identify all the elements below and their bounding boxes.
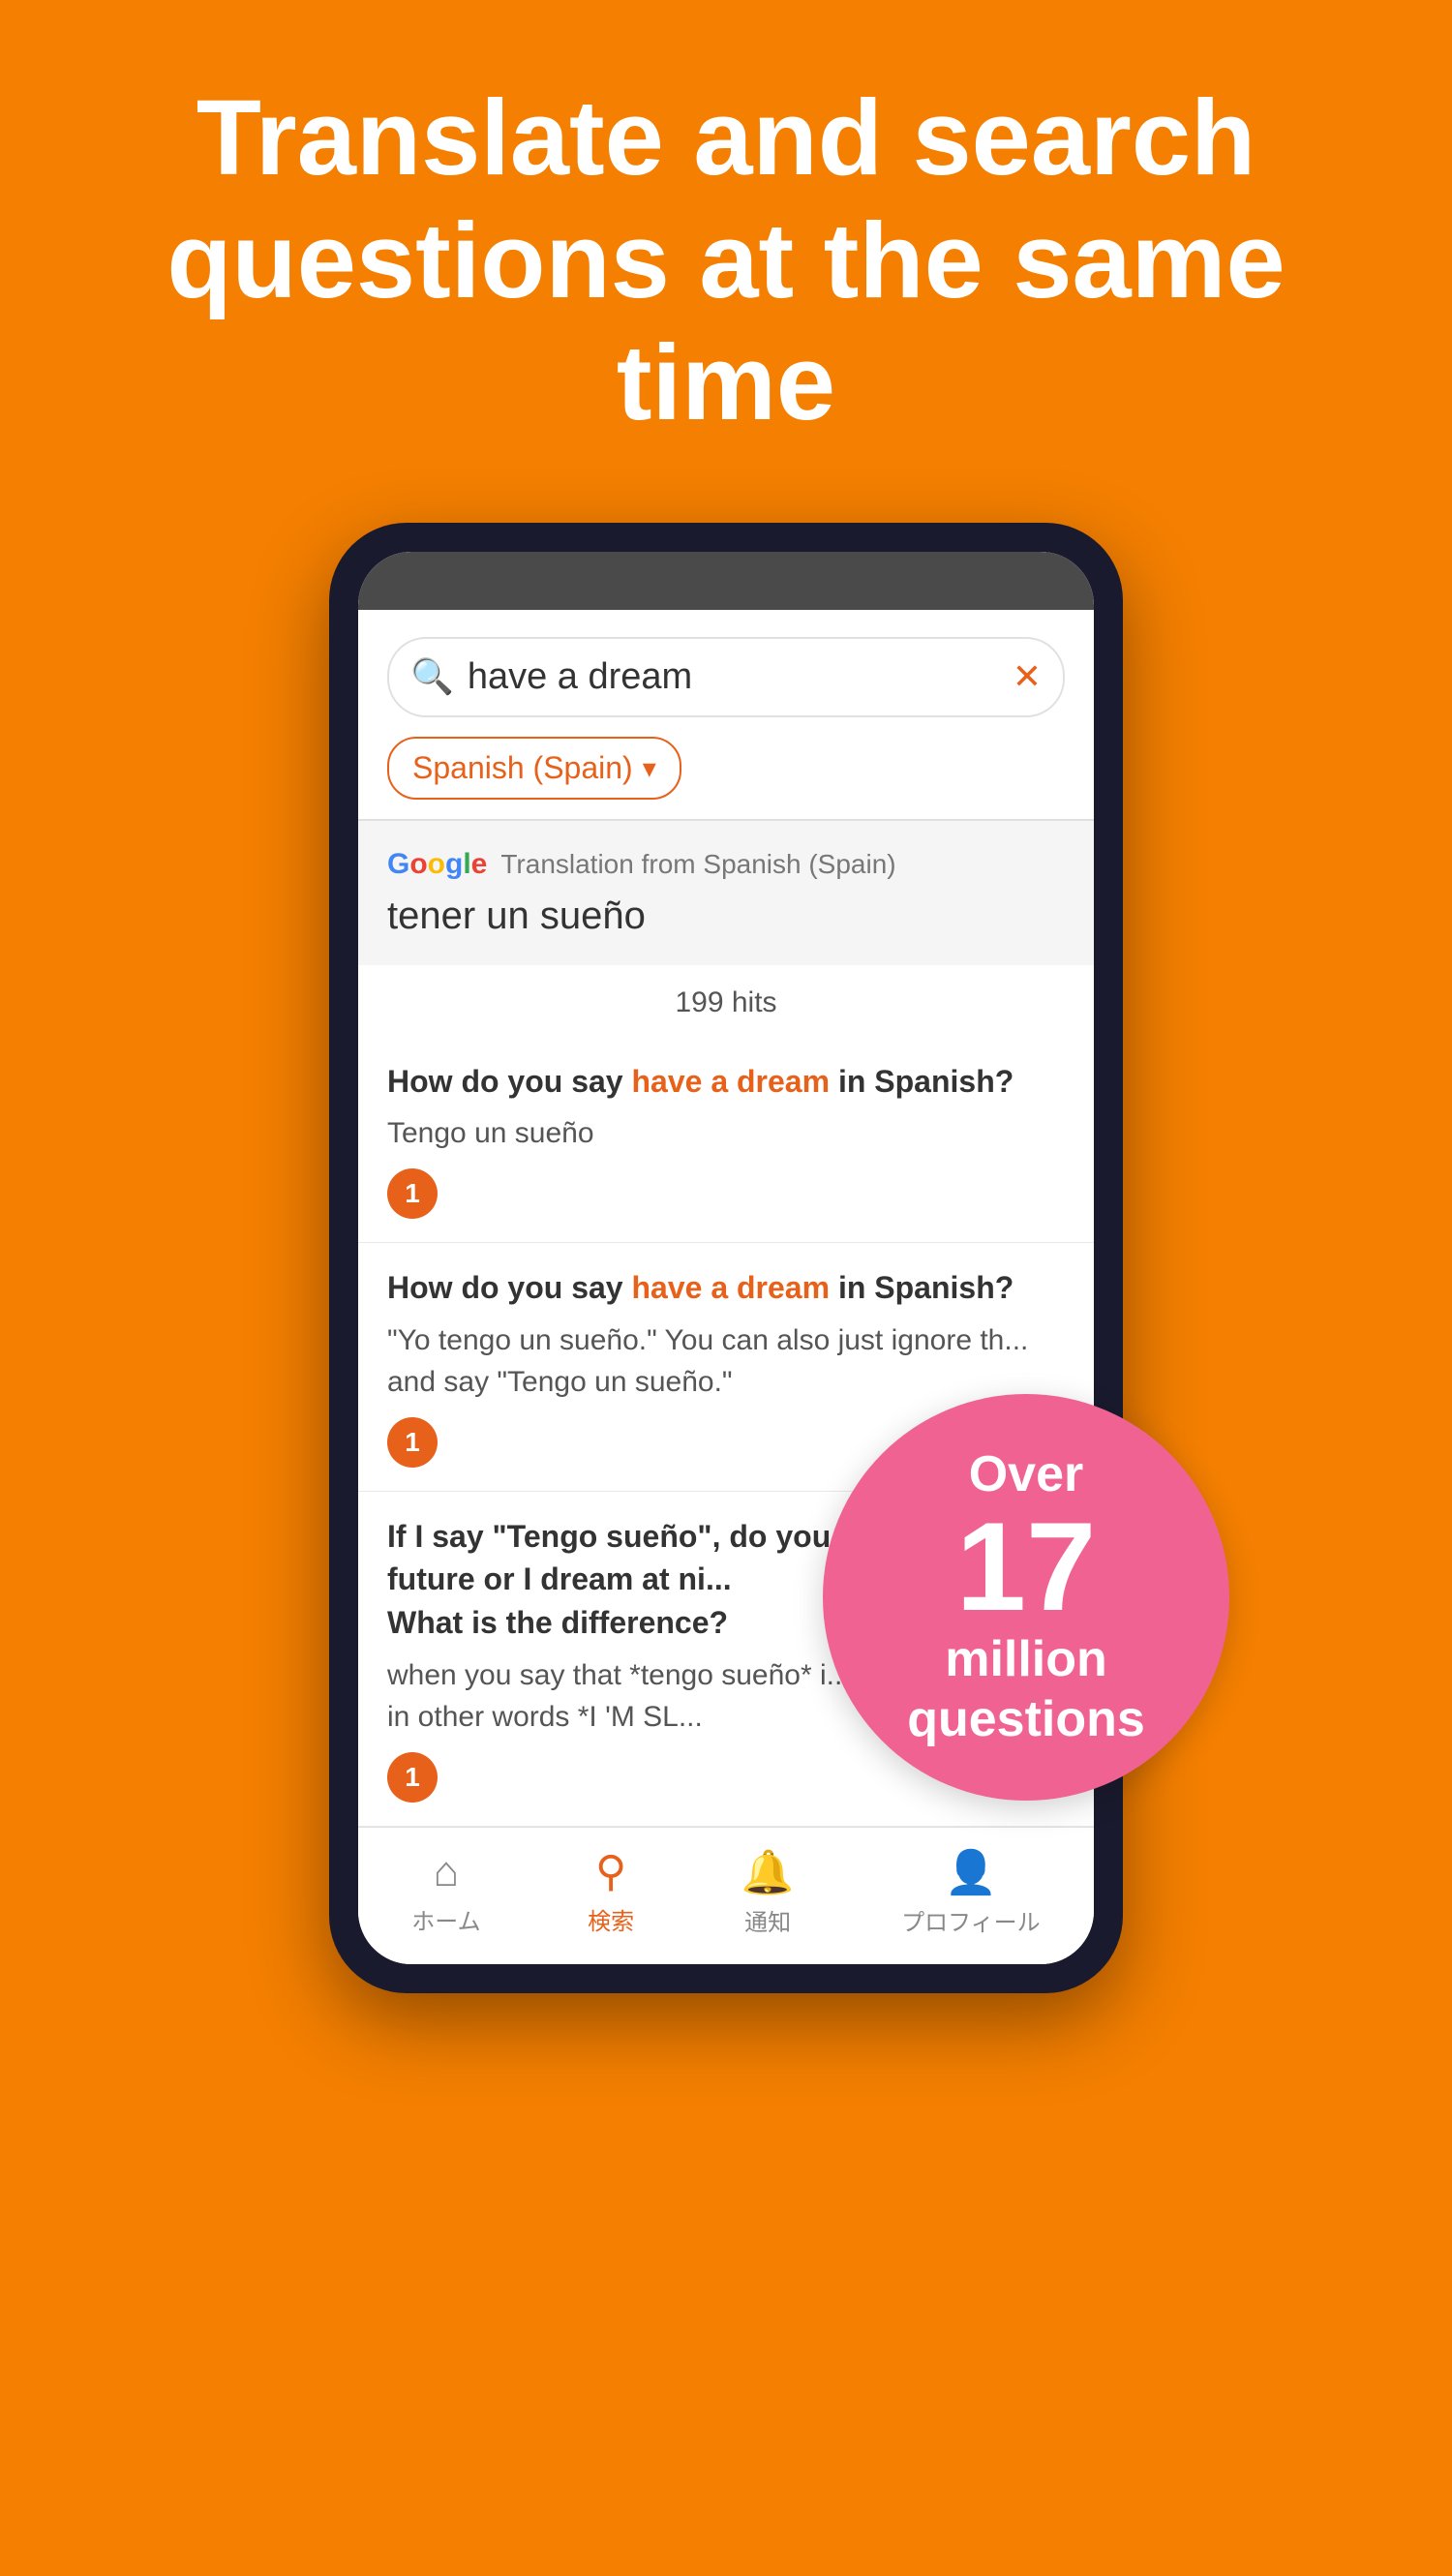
hero-section: Translate and search questions at the sa… [0,0,1452,503]
answer-votes-3: 1 [387,1752,438,1803]
language-button[interactable]: Spanish (Spain) ▾ [387,737,681,800]
answer-votes-2: 1 [387,1417,438,1468]
google-logo: Google [387,848,487,881]
answer-text-1: Tengo un sueño [387,1112,1065,1155]
nav-label-notification: 通知 [744,1903,791,1937]
phone-wrapper: 🔍 have a dream ✕ Spanish (Spain) ▾ [0,523,1452,1993]
language-label: Spanish (Spain) [412,750,633,786]
bell-icon: 🔔 [741,1847,795,1897]
nav-item-notification[interactable]: 🔔 通知 [741,1847,795,1937]
search-icon: 🔍 [410,656,454,697]
language-selector: Spanish (Spain) ▾ [387,737,1065,800]
google-brand: Google Translation from Spanish (Spain) [387,848,1065,881]
nav-item-profile[interactable]: 👤 プロフィール [901,1847,1041,1937]
nav-label-home: ホーム [411,1902,480,1936]
home-icon: ⌂ [434,1848,460,1896]
profile-icon: 👤 [945,1847,998,1897]
question-text-2: How do you say have a dream in Spanish? [387,1266,1065,1310]
nav-item-search[interactable]: ⚲ 検索 [588,1847,634,1936]
search-bar[interactable]: 🔍 have a dream ✕ [387,637,1065,717]
badge-circle: Over 17 million questions [823,1394,1229,1801]
badge-over: Over [969,1445,1084,1503]
status-bar [358,552,1094,610]
nav-item-home[interactable]: ⌂ ホーム [411,1848,480,1936]
clear-icon[interactable]: ✕ [1013,656,1042,697]
answer-votes-1: 1 [387,1168,438,1219]
question-prefix-2: How do you say [387,1270,631,1305]
search-bar-container: 🔍 have a dream ✕ [358,610,1094,737]
bottom-nav: ⌂ ホーム ⚲ 検索 🔔 通知 👤 プロフィール [358,1827,1094,1964]
translated-text: tener un sueño [387,894,1065,938]
translation-label: Translation from Spanish (Spain) [500,849,895,880]
nav-label-search: 検索 [588,1902,634,1936]
badge-number: 17 [956,1503,1097,1629]
question-prefix-1: How do you say [387,1064,631,1099]
hits-count: 199 hits [358,965,1094,1037]
question-highlight-2: have a dream [631,1270,830,1305]
badge-questions: questions [907,1690,1145,1748]
chevron-down-icon: ▾ [643,752,656,784]
search-nav-icon: ⚲ [595,1847,626,1896]
question-suffix-2: in Spanish? [830,1270,1013,1305]
hero-title: Translate and search questions at the sa… [58,77,1394,445]
nav-label-profile: プロフィール [901,1903,1041,1937]
question-highlight-1: have a dream [631,1064,830,1099]
question-text-1: How do you say have a dream in Spanish? [387,1060,1065,1104]
question-suffix-1: in Spanish? [830,1064,1013,1099]
translation-section: Google Translation from Spanish (Spain) … [358,821,1094,965]
question-item-1[interactable]: How do you say have a dream in Spanish? … [358,1037,1094,1243]
answer-text-2: "Yo tengo un sueño." You can also just i… [387,1319,1065,1404]
search-input[interactable]: have a dream [468,656,1013,698]
badge-million: million [945,1629,1107,1689]
